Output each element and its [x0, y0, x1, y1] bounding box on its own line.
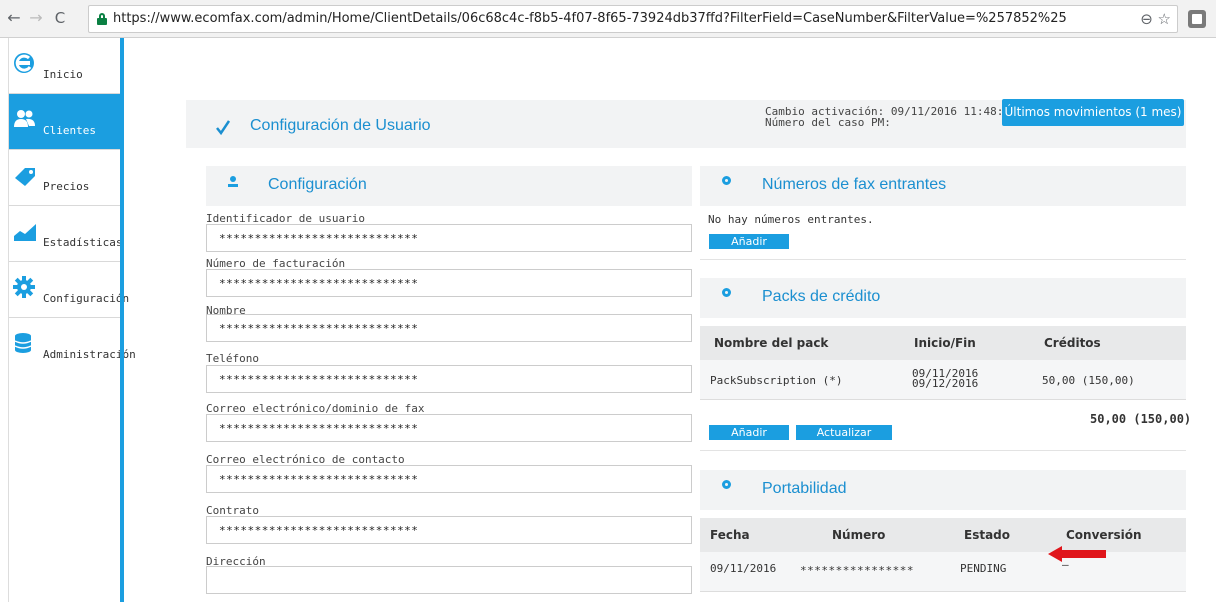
add-pack-button[interactable]: Añadir	[709, 425, 789, 440]
credits-total: 50,00 (150,00)	[1090, 412, 1192, 426]
sidebar-item-label: Estadísticas	[43, 236, 123, 249]
check-icon	[216, 120, 230, 136]
contact-email-field[interactable]: ****************************	[206, 465, 692, 493]
column-header: Nombre del pack	[714, 336, 829, 350]
portability-date: 09/11/2016	[710, 562, 777, 575]
column-header: Conversión	[1066, 528, 1142, 542]
credit-packs-section-title: Packs de crédito	[762, 288, 881, 305]
sidebar-item-estadisticas[interactable]: Estadísticas	[9, 206, 123, 262]
config-section-title: Configuración	[268, 176, 367, 193]
contract-field[interactable]: ****************************	[206, 516, 692, 544]
update-pack-button[interactable]: Actualizar	[796, 425, 892, 440]
browser-toolbar: ← → C https://www.ecomfax.com/admin/Home…	[0, 0, 1216, 38]
circle-icon	[722, 176, 731, 185]
extension-icon[interactable]	[1188, 10, 1206, 28]
sidebar-item-label: Configuración	[43, 292, 130, 305]
portability-number: ****************	[800, 564, 914, 577]
sidebar-item-inicio[interactable]: Inicio	[9, 38, 121, 94]
divider	[700, 450, 1186, 451]
portability-section-header: Portabilidad	[700, 470, 1186, 510]
sidebar-item-label: Clientes	[43, 124, 96, 137]
portability-section-title: Portabilidad	[762, 480, 847, 497]
ecomfax-logo-icon	[14, 53, 34, 73]
sidebar-divider	[120, 38, 124, 602]
table-row: 09/11/2016 **************** PENDING —	[700, 552, 1186, 592]
fax-email-field[interactable]: ****************************	[206, 414, 692, 442]
users-icon	[14, 110, 35, 127]
database-icon	[14, 333, 32, 353]
activation-info: Cambio activación: 09/11/2016 11:48:04 N…	[765, 106, 1017, 128]
fax-numbers-section-header: Números de fax entrantes	[700, 166, 1186, 206]
gear-icon	[13, 276, 35, 298]
column-header: Inicio/Fin	[914, 336, 976, 350]
circle-icon	[722, 288, 731, 297]
divider	[700, 259, 1186, 260]
portability-table-header: Fecha Número Estado Conversión	[700, 518, 1186, 552]
case-number: Número del caso PM:	[765, 116, 891, 129]
recent-movements-button[interactable]: Últimos movimientos (1 mes)	[1002, 99, 1184, 126]
zoom-icon[interactable]: ⊖	[1140, 10, 1153, 28]
red-arrow-icon	[1048, 546, 1106, 562]
no-fax-numbers-text: No hay números entrantes.	[708, 213, 874, 226]
sidebar-item-administracion[interactable]: Administración	[9, 318, 136, 374]
phone-field[interactable]: ****************************	[206, 365, 692, 393]
back-button[interactable]: ←	[4, 8, 24, 28]
pack-end-date: 09/12/2016	[912, 377, 979, 390]
portability-status: PENDING	[960, 562, 1007, 575]
page-title: Configuración de Usuario	[250, 117, 431, 134]
star-icon[interactable]: ☆	[1158, 10, 1171, 28]
pack-name: PackSubscription (*)	[710, 374, 843, 387]
user-id-field[interactable]: ****************************	[206, 224, 692, 252]
chart-icon	[14, 224, 36, 241]
name-field[interactable]: ****************************	[206, 314, 692, 342]
user-icon	[228, 176, 238, 187]
address-field[interactable]	[206, 566, 692, 594]
column-header: Número	[832, 528, 886, 542]
sidebar-item-clientes[interactable]: Clientes	[9, 94, 121, 150]
circle-icon	[722, 480, 731, 489]
add-fax-number-button[interactable]: Añadir	[709, 234, 789, 249]
column-header: Créditos	[1044, 336, 1101, 350]
billing-number-field[interactable]: ****************************	[206, 269, 692, 297]
forward-button[interactable]: →	[26, 8, 46, 28]
pack-credits: 50,00 (150,00)	[1042, 374, 1135, 387]
fax-numbers-section-title: Números de fax entrantes	[762, 176, 947, 193]
url-text: https://www.ecomfax.com/admin/Home/Clien…	[113, 11, 1067, 26]
column-header: Fecha	[710, 528, 750, 542]
field-label: Teléfono	[206, 352, 259, 365]
sidebar-item-precios[interactable]: Precios	[9, 150, 121, 206]
table-row: PackSubscription (*) 09/11/2016 09/12/20…	[700, 360, 1186, 400]
address-bar[interactable]: https://www.ecomfax.com/admin/Home/Clien…	[88, 5, 1178, 33]
column-header: Estado	[964, 528, 1011, 542]
credit-packs-table-header: Nombre del pack Inicio/Fin Créditos	[700, 326, 1186, 360]
reload-button[interactable]: C	[50, 8, 70, 28]
sidebar-item-label: Precios	[43, 180, 90, 193]
config-section-header: Configuración	[206, 166, 692, 206]
sidebar-item-configuracion[interactable]: Configuración	[9, 262, 129, 318]
lock-icon	[97, 13, 107, 25]
sidebar: Inicio Clientes Precios Estadísticas Con…	[8, 38, 136, 602]
credit-packs-section-header: Packs de crédito	[700, 278, 1186, 318]
price-tag-icon	[15, 168, 35, 186]
sidebar-item-label: Inicio	[43, 68, 83, 81]
